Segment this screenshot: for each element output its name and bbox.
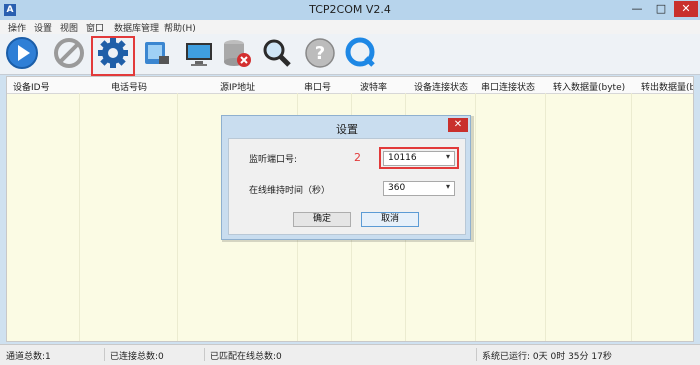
col-serial-status[interactable]: 串口连接状态 [481,80,535,93]
column-divider [545,93,546,341]
col-bytes-out[interactable]: 转出数据量(b [641,80,693,93]
port-label: 监听端口号: [249,155,298,165]
play-icon[interactable] [5,36,39,70]
minimize-button[interactable]: — [626,1,648,17]
cancel-button[interactable]: 取消 [361,212,419,227]
status-matched-online: 已匹配在线总数:0 [210,352,282,362]
col-device-id[interactable]: 设备ID号 [13,80,50,93]
database-delete-icon[interactable] [220,36,254,70]
monitor-icon[interactable] [182,36,216,70]
dialog-close-button[interactable]: ✕ [448,118,468,132]
menu-bar: 操作 设置 视图 窗口 数据库管理 帮助(H) [0,20,700,34]
menu-window[interactable]: 窗口 [86,21,104,34]
annotation-number-2: 2 [354,151,361,164]
chevron-down-icon: ▾ [445,182,450,191]
status-divider [476,348,477,361]
col-phone[interactable]: 电话号码 [111,80,147,93]
port-select[interactable]: 10116 ▾ [383,151,455,166]
status-divider [204,348,205,361]
keepalive-label: 在线维持时间（秒） [249,186,331,196]
col-device-status[interactable]: 设备连接状态 [414,80,468,93]
column-divider [79,93,80,341]
menu-settings[interactable]: 设置 [34,21,52,34]
settings-highlight-box [91,36,135,76]
window-title: TCP2COM V2.4 [309,3,391,16]
status-uptime: 系统已运行: 0天 0时 35分 17秒 [482,352,612,362]
menu-database[interactable]: 数据库管理 [114,21,159,34]
keepalive-select[interactable]: 360 ▾ [383,181,455,196]
col-bytes-in[interactable]: 转入数据量(byte) [553,80,625,93]
status-divider [104,348,105,361]
column-divider [475,93,476,341]
menu-operate[interactable]: 操作 [8,21,26,34]
stop-icon[interactable] [52,36,86,70]
status-connected: 已连接总数:0 [110,352,164,362]
col-source-ip[interactable]: 源IP地址 [220,80,255,93]
ok-button[interactable]: 确定 [293,212,351,227]
magnifier-icon[interactable] [260,36,294,70]
col-serial-port[interactable]: 串口号 [304,80,331,93]
title-bar: A TCP2COM V2.4 — □ ✕ [0,0,700,20]
close-button[interactable]: ✕ [674,1,698,17]
menu-help[interactable]: 帮助(H) [164,21,196,34]
keepalive-value: 360 [388,183,406,193]
chevron-down-icon: ▾ [445,152,450,161]
col-baud-rate[interactable]: 波特率 [360,80,387,93]
maximize-button[interactable]: □ [650,1,672,17]
column-divider [177,93,178,341]
status-bar: 通道总数:1 已连接总数:0 已匹配在线总数:0 系统已运行: 0天 0时 35… [0,344,700,365]
dialog-title: 设置 [336,123,358,136]
settings-dialog: 设置 ✕ 监听端口号: 2 10116 ▾ 在线维持时间（秒） 360 ▾ 确定… [221,115,471,240]
svg-text:?: ? [315,43,325,64]
dialog-body: 监听端口号: 2 10116 ▾ 在线维持时间（秒） 360 ▾ 确定 取消 [228,138,466,235]
port-value: 10116 [388,153,417,163]
column-divider [631,93,632,341]
quicktime-icon[interactable] [344,36,378,70]
menu-view[interactable]: 视图 [60,21,78,34]
tablet-icon[interactable] [140,36,174,70]
table-header: 设备ID号 电话号码 源IP地址 串口号 波特率 设备连接状态 串口连接状态 转… [7,77,693,94]
status-total-channels: 通道总数:1 [6,352,51,362]
help-icon[interactable]: ? [303,36,337,70]
